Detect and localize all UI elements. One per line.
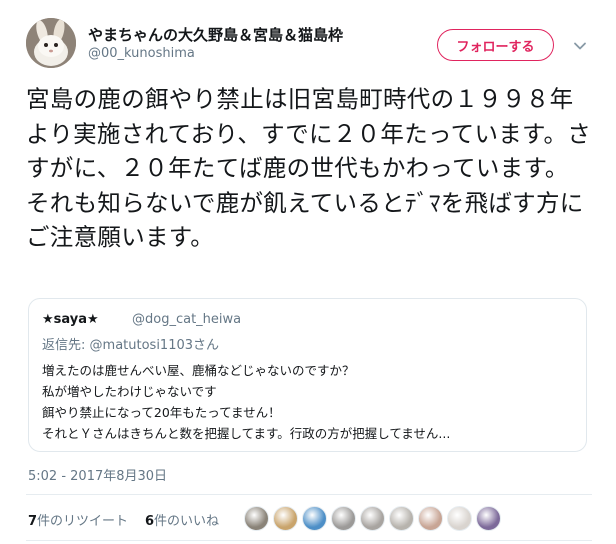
tweet-card: やまちゃんの大久野島＆宮島＆猫島枠 @00_kunoshima フォローする 宮…	[0, 0, 616, 544]
reply-context: 返信先: @matutosi1103さん	[42, 334, 219, 353]
author-screen-name[interactable]: @00_kunoshima	[88, 46, 195, 61]
liker-avatar[interactable]	[244, 506, 269, 531]
quoted-text-line: 私が増やしたわけじゃないです	[42, 384, 217, 399]
liker-avatar[interactable]	[360, 506, 385, 531]
chevron-down-icon[interactable]	[572, 38, 588, 54]
divider	[26, 540, 592, 541]
retweets-count: 7	[28, 514, 38, 529]
follow-button[interactable]: フォローする	[437, 29, 554, 61]
liker-avatar[interactable]	[447, 506, 472, 531]
quoted-author-name: ★saya★	[42, 312, 99, 327]
reply-to-user[interactable]: @matutosi1103さん	[90, 338, 220, 353]
quoted-text: 増えたのは鹿せんべい屋、鹿桶などじゃないのですか？ 私が増やしたわけじゃないです…	[42, 360, 572, 444]
author-display-name[interactable]: やまちゃんの大久野島＆宮島＆猫島枠	[88, 24, 343, 45]
reply-prefix: 返信先:	[42, 338, 86, 353]
rabbit-icon	[26, 18, 76, 68]
likers-avatars	[244, 506, 501, 532]
retweets-stat[interactable]: 7件のリツイート	[28, 510, 128, 529]
liker-avatar[interactable]	[273, 506, 298, 531]
liker-avatar[interactable]	[389, 506, 414, 531]
liker-avatar[interactable]	[331, 506, 356, 531]
retweets-label: 件のリツイート	[37, 514, 129, 529]
tweet-timestamp[interactable]: 5:02 - 2017年8月30日	[28, 465, 167, 484]
liker-avatar[interactable]	[418, 506, 443, 531]
likes-count: 6	[145, 514, 155, 529]
divider	[26, 494, 592, 495]
likes-label: 件のいいね	[154, 514, 220, 529]
liker-avatar[interactable]	[476, 506, 501, 531]
tweet-text: 宮島の鹿の餌やり禁止は旧宮島町時代の１９９８年より実施されており、すでに２０年た…	[26, 85, 592, 251]
quoted-text-line: 餌やり禁止になって20年もたってません！	[42, 405, 281, 420]
liker-avatar[interactable]	[302, 506, 327, 531]
likes-stat[interactable]: 6件のいいね	[145, 510, 219, 529]
rabbit-avatar[interactable]	[26, 18, 76, 68]
quoted-author-handle: @dog_cat_heiwa	[132, 312, 242, 327]
quoted-text-line: それとＹさんはきちんと数を把握してます。行政の方が把握してません...	[42, 426, 451, 441]
quoted-tweet[interactable]: ★saya★ @dog_cat_heiwa 返信先: @matutosi1103…	[28, 298, 587, 452]
quoted-text-line: 増えたのは鹿せんべい屋、鹿桶などじゃないのですか？	[42, 363, 355, 378]
